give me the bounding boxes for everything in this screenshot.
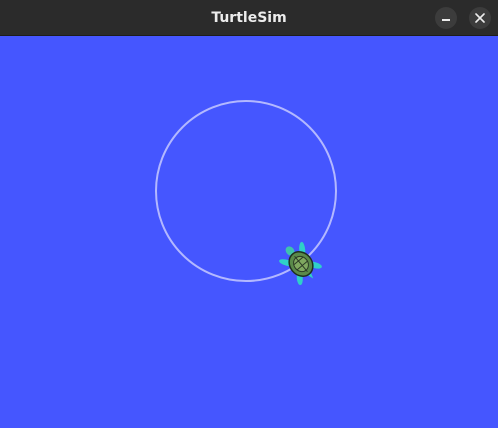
turtlesim-window: TurtleSim	[0, 0, 498, 428]
canvas-svg	[155, 100, 337, 286]
title-bar[interactable]: TurtleSim	[0, 0, 498, 36]
window-title: TurtleSim	[211, 10, 287, 26]
minimize-icon	[442, 19, 450, 21]
pen-trail-circle	[155, 100, 337, 282]
drawing-canvas	[0, 36, 498, 428]
close-button[interactable]	[469, 7, 491, 29]
close-icon	[475, 13, 485, 23]
minimize-button[interactable]	[435, 7, 457, 29]
